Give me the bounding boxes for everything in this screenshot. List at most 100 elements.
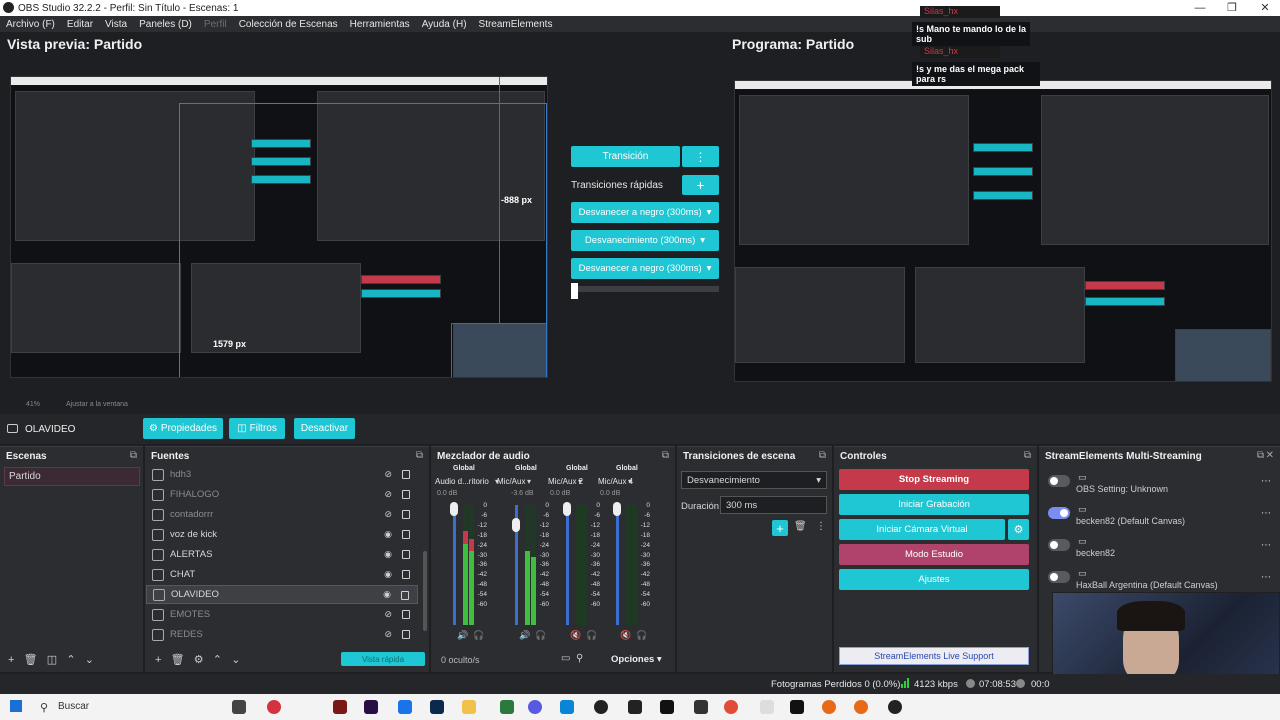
speaker-icon[interactable]: 🔊 bbox=[457, 630, 468, 641]
lock-icon[interactable] bbox=[402, 610, 410, 619]
lock-icon[interactable] bbox=[402, 530, 410, 539]
quick-transition-2[interactable]: Desvanecer a negro (300ms) ▾ bbox=[571, 258, 719, 279]
eye-off-icon[interactable]: ⊘ bbox=[384, 629, 392, 640]
source-row[interactable]: FIHALOGO ⊘ bbox=[146, 485, 418, 504]
eye-icon[interactable]: ◉ bbox=[384, 549, 392, 560]
eye-icon[interactable]: ◉ bbox=[384, 569, 392, 580]
popout-icon[interactable]: ⧉ bbox=[1024, 450, 1031, 461]
source-row[interactable]: EMOTES ⊘ bbox=[146, 605, 418, 624]
folder-icon[interactable] bbox=[760, 700, 774, 714]
close-icon[interactable]: ✕ bbox=[1266, 450, 1274, 461]
vscode-icon[interactable] bbox=[560, 700, 574, 714]
lock-icon[interactable] bbox=[402, 510, 410, 519]
transition-slider[interactable] bbox=[571, 286, 719, 292]
start-recording-button[interactable]: Iniciar Grabación bbox=[839, 494, 1029, 515]
task-view-icon[interactable] bbox=[232, 700, 246, 714]
speaker-muted-icon[interactable]: 🔇 bbox=[570, 630, 581, 641]
menu-item-3[interactable]: Paneles (D) bbox=[133, 19, 198, 30]
menu-item-8[interactable]: StreamElements bbox=[473, 19, 559, 30]
app-icon[interactable] bbox=[660, 700, 674, 714]
windows-start-icon[interactable] bbox=[10, 700, 22, 712]
add-source-button[interactable]: + bbox=[155, 654, 161, 666]
virtual-camera-settings-button[interactable]: ⚙ bbox=[1008, 519, 1029, 540]
se-support-button[interactable]: StreamElements Live Support bbox=[839, 647, 1029, 665]
stream-toggle[interactable] bbox=[1048, 539, 1070, 551]
obs-icon[interactable] bbox=[594, 700, 608, 714]
eye-off-icon[interactable]: ⊘ bbox=[384, 509, 392, 520]
app-icon-2[interactable] bbox=[694, 700, 708, 714]
zoom-level[interactable]: 41% bbox=[26, 401, 40, 408]
fit-mode[interactable]: Ajustar a la ventana bbox=[66, 401, 128, 408]
popout-icon[interactable]: ⧉ bbox=[416, 450, 423, 461]
stream-toggle[interactable] bbox=[1048, 475, 1070, 487]
transition-menu-icon[interactable]: ⋮ bbox=[816, 521, 826, 532]
menu-item-6[interactable]: Herramientas bbox=[344, 19, 416, 30]
capcut-icon[interactable] bbox=[628, 700, 642, 714]
headphones-icon[interactable]: 🎧 bbox=[473, 630, 484, 641]
preview-canvas[interactable]: -888 px 1579 px bbox=[10, 76, 548, 378]
word-icon[interactable] bbox=[398, 700, 412, 714]
volume-fader[interactable] bbox=[566, 505, 569, 625]
scene-filter-icon[interactable]: ◫ bbox=[47, 654, 57, 666]
chrome-icon[interactable] bbox=[724, 700, 738, 714]
headphones-icon[interactable]: 🎧 bbox=[586, 630, 597, 641]
headphones-icon[interactable]: 🎧 bbox=[535, 630, 546, 641]
source-row[interactable]: OLAVIDEO ◉ bbox=[146, 585, 418, 604]
menu-item-2[interactable]: Vista bbox=[99, 19, 133, 30]
volume-fader[interactable] bbox=[453, 505, 456, 625]
stream-toggle[interactable] bbox=[1048, 507, 1070, 519]
menu-item-5[interactable]: Colección de Escenas bbox=[233, 19, 344, 30]
source-row[interactable]: CHAT ◉ bbox=[146, 565, 418, 584]
more-options-icon[interactable]: ⋯ bbox=[1261, 508, 1271, 519]
obs-icon-2[interactable] bbox=[888, 700, 902, 714]
popout-icon[interactable]: ⧉ bbox=[1257, 450, 1264, 461]
eye-off-icon[interactable]: ⊘ bbox=[384, 609, 392, 620]
close-button[interactable]: ✕ bbox=[1250, 0, 1280, 16]
lock-icon[interactable] bbox=[402, 570, 410, 579]
menu-item-7[interactable]: Ayuda (H) bbox=[416, 19, 473, 30]
source-row[interactable]: REDES ⊘ bbox=[146, 625, 418, 644]
sources-scrollbar[interactable] bbox=[423, 551, 427, 631]
lock-icon[interactable] bbox=[402, 490, 410, 499]
add-transition-button[interactable]: + bbox=[772, 520, 788, 536]
firefox-icon-2[interactable] bbox=[854, 700, 868, 714]
lock-icon[interactable] bbox=[401, 591, 409, 600]
eye-off-icon[interactable]: ⊘ bbox=[384, 489, 392, 500]
remove-source-icon[interactable]: 🗑 bbox=[171, 654, 185, 666]
eye-off-icon[interactable]: ⊘ bbox=[384, 469, 392, 480]
menu-item-4[interactable]: Perfil bbox=[198, 19, 233, 30]
source-row[interactable]: hdh3 ⊘ bbox=[146, 465, 418, 484]
menu-item-0[interactable]: Archivo (F) bbox=[0, 19, 61, 30]
discord-icon[interactable] bbox=[528, 700, 542, 714]
more-options-icon[interactable]: ⋯ bbox=[1261, 476, 1271, 487]
more-options-icon[interactable]: ⋯ bbox=[1261, 572, 1271, 583]
settings-button[interactable]: Ajustes bbox=[839, 569, 1029, 590]
stop-streaming-button[interactable]: Stop Streaming bbox=[839, 469, 1029, 490]
move-down-icon[interactable]: ⌄ bbox=[85, 654, 94, 666]
source-row[interactable]: voz de kick ◉ bbox=[146, 525, 418, 544]
transition-menu-button[interactable]: ⋮ bbox=[682, 146, 719, 167]
fader-handle[interactable] bbox=[563, 502, 571, 516]
menu-item-1[interactable]: Editar bbox=[61, 19, 99, 30]
mixer-options[interactable]: Opciones ▾ bbox=[611, 654, 662, 665]
studio-mode-button[interactable]: Modo Estudio bbox=[839, 544, 1029, 565]
popout-icon[interactable]: ⧉ bbox=[130, 450, 137, 461]
chevron-down-icon[interactable]: ▾ bbox=[527, 477, 531, 486]
more-options-icon[interactable]: ⋯ bbox=[1261, 540, 1271, 551]
taskbar-search[interactable]: Buscar bbox=[58, 701, 89, 712]
source-row[interactable]: ALERTAS ◉ bbox=[146, 545, 418, 564]
source-up-icon[interactable]: ⌃ bbox=[213, 654, 222, 666]
move-up-icon[interactable]: ⌃ bbox=[66, 654, 75, 666]
maximize-button[interactable]: ❐ bbox=[1217, 0, 1247, 16]
popout-icon[interactable]: ⧉ bbox=[662, 450, 669, 461]
source-properties-icon[interactable]: ⚙ bbox=[194, 654, 204, 666]
remove-scene-icon[interactable]: 🗑 bbox=[24, 654, 38, 666]
source-row[interactable]: contadorrr ⊘ bbox=[146, 505, 418, 524]
volume-fader[interactable] bbox=[616, 505, 619, 625]
stream-toggle[interactable] bbox=[1048, 571, 1070, 583]
chevron-down-icon[interactable]: ▾ bbox=[578, 477, 582, 486]
chevron-down-icon[interactable]: ▾ bbox=[628, 477, 632, 486]
fader-handle[interactable] bbox=[613, 502, 621, 516]
firefox-icon[interactable] bbox=[822, 700, 836, 714]
speaker-muted-icon[interactable]: 🔇 bbox=[620, 630, 631, 641]
